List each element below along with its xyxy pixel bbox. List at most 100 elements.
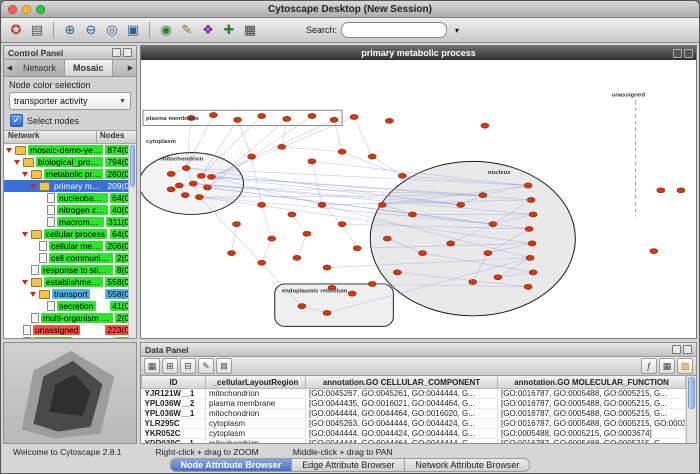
status-text: Welcome to Cytoscape 2.8.1 [13, 447, 122, 457]
document-icon [39, 253, 47, 263]
expand-arrow-icon[interactable] [14, 160, 20, 165]
column-header-annotation-go-cellular-component[interactable]: annotation.GO CELLULAR_COMPONENT [306, 376, 498, 389]
print-icon[interactable]: ▤ [28, 21, 46, 39]
zoom-window-icon[interactable] [36, 5, 45, 14]
float-panel-icon[interactable] [112, 48, 121, 57]
svg-text:cytoplasm: cytoplasm [146, 139, 176, 145]
expand-arrow-icon[interactable] [30, 292, 36, 297]
tree-item-nucleobase[interactable]: nucleobase...64(0) [4, 192, 136, 204]
tree-item-label: macromolecule... [57, 217, 104, 227]
table-row[interactable]: YKR052Ccytoplasm[GO:0044444, GO:0044424,… [142, 429, 686, 439]
select-attributes-icon[interactable]: ▦ [144, 358, 160, 374]
folder-icon [39, 290, 50, 299]
chevron-down-icon: ▼ [119, 98, 126, 105]
expand-arrow-icon[interactable] [22, 172, 28, 177]
tree-header-nodes[interactable]: Nodes [97, 131, 136, 143]
tree-item-cell-communica[interactable]: cell communica...2(0) [4, 252, 136, 264]
expand-arrow-icon[interactable] [22, 280, 28, 285]
snapshot-icon[interactable]: ✪ [7, 21, 25, 39]
window-titlebar[interactable]: Cytoscape Desktop (New Session) [1, 1, 699, 18]
table-row[interactable]: YJR121W__1mitochondrion[GO:0045267, GO:0… [142, 389, 686, 399]
data-panel-header: Data Panel [141, 343, 696, 357]
table-row[interactable]: YPL036W__2plasma membrane[GO:0044435, GO… [142, 399, 686, 409]
tree-item-multi-organism-pro[interactable]: multi-organism pro...2(0) [4, 312, 136, 324]
tab-edge-attribute-browser[interactable]: Edge Attribute Browser [292, 458, 405, 472]
birds-eye-view[interactable] [3, 342, 137, 444]
tree-item-mosaic-demo-yeast[interactable]: mosaic-demo-yeast874(0) [4, 144, 136, 156]
tab-scroll-left-icon[interactable]: ◀ [4, 60, 15, 76]
zoom-out-icon[interactable]: ⊖ [82, 21, 100, 39]
zoom-selected-icon[interactable]: ◎ [103, 21, 121, 39]
delete-attribute-icon[interactable]: ⊟ [180, 358, 196, 374]
import-table-icon[interactable]: ▦ [659, 358, 675, 374]
edit-attribute-icon[interactable]: ✎ [198, 358, 214, 374]
tab-scroll-right-icon[interactable]: ▶ [125, 60, 136, 76]
expand-arrow-icon[interactable] [30, 184, 36, 189]
table-row[interactable]: YDR039C__1mitochondrion[GO:0044444, GO:0… [142, 439, 686, 444]
float-data-panel-icon[interactable] [672, 345, 681, 354]
table-row[interactable]: YLR295Ccytoplasm[GO:0045263, GO:0044444,… [142, 419, 686, 429]
status-bar: Welcome to Cytoscape 2.8.1Right-click + … [1, 446, 699, 458]
tree-item-label: cell communica... [49, 253, 113, 263]
tab-network[interactable]: Network [15, 60, 65, 76]
document-icon [47, 193, 55, 203]
expand-arrow-icon[interactable] [6, 148, 12, 153]
table-cell: [GO:0044435, GO:0016021, GO:0044464, G..… [306, 399, 498, 409]
search-input[interactable] [341, 22, 447, 38]
open-folder-icon[interactable]: ▨ [677, 358, 693, 374]
float-view-icon[interactable] [673, 49, 682, 58]
table-row[interactable]: YPL036W__1mitochondrion[GO:0044444, GO:0… [142, 409, 686, 419]
close-view-icon[interactable] [684, 49, 693, 58]
zoom-fit-icon[interactable]: ▣ [124, 21, 142, 39]
zoom-in-icon[interactable]: ⊕ [61, 21, 79, 39]
search-options-icon[interactable]: ▾ [451, 21, 463, 39]
tree-item-label: primary metab... [52, 181, 103, 191]
tree-item-cellular-metabo[interactable]: cellular metabo...206(0) [4, 240, 136, 252]
table-scrollbar[interactable] [686, 376, 696, 443]
vizmapper-icon[interactable]: ❖ [199, 21, 217, 39]
tree-item-overview[interactable]: Overview8(0) [4, 336, 136, 338]
tree-item-label: nucleobase... [57, 193, 108, 203]
table-cell: [GO:0045263, GO:0044444, GO:0044424, G..… [306, 419, 498, 429]
minimize-window-icon[interactable] [22, 5, 31, 14]
column-header-cellularlayoutregion[interactable]: _cellularLayoutRegion [206, 376, 306, 389]
tree-item-metabolic-process[interactable]: metabolic process280(0) [4, 168, 136, 180]
data-panel-toolbar-right: ƒ▦▨ [641, 358, 693, 374]
plugins-icon[interactable]: ▦ [241, 21, 259, 39]
tree-item-response-to-stimul[interactable]: response to stimul...8(0) [4, 264, 136, 276]
tab-network-attribute-browser[interactable]: Network Attribute Browser [405, 458, 530, 472]
tree-item-unassigned[interactable]: unassigned223(0) [4, 324, 136, 336]
function-builder-icon[interactable]: ƒ [641, 358, 657, 374]
tree-item-transport[interactable]: transport558(0) [4, 288, 136, 300]
select-nodes-checkbox[interactable]: ✓ [10, 114, 23, 127]
tree-header-network[interactable]: Network [4, 131, 97, 143]
tree-item-establishment-of-lo[interactable]: establishment of lo...558(0) [4, 276, 136, 288]
table-cell: [GO:0016787, GO:0005488, GO:0005215, G..… [498, 439, 686, 444]
tree-item-secretion[interactable]: secretion41(0) [4, 300, 136, 312]
close-window-icon[interactable] [8, 5, 17, 14]
tree-item-macromolecule[interactable]: macromolecule...311(0) [4, 216, 136, 228]
cytoscape-window: Cytoscape Desktop (New Session) ✪▤⊕⊖◎▣◉✎… [0, 0, 700, 474]
layout-icon[interactable]: ✚ [220, 21, 238, 39]
tree-scrollbar[interactable] [128, 144, 136, 338]
tree-item-biological-process[interactable]: biological_process794(0) [4, 156, 136, 168]
tree-item-primary-metab[interactable]: primary metab...209(0) [4, 180, 136, 192]
column-header-id[interactable]: ID [142, 376, 206, 389]
column-header-annotation-go-molecular-function[interactable]: annotation.GO MOLECULAR_FUNCTION [498, 376, 686, 389]
close-data-panel-icon[interactable] [683, 345, 692, 354]
tab-node-attribute-browser[interactable]: Node Attribute Browser [170, 458, 293, 472]
network-overview-icon[interactable]: ◉ [157, 21, 175, 39]
close-panel-icon[interactable] [123, 48, 132, 57]
node-color-dropdown[interactable]: transporter activity ▼ [9, 92, 131, 110]
network-view-titlebar[interactable]: primary metabolic process [141, 46, 696, 60]
annotation-icon[interactable]: ✎ [178, 21, 196, 39]
tree-item-label: cellular process [44, 229, 107, 239]
tab-mosaic[interactable]: Mosaic [65, 60, 113, 76]
delete-rows-icon[interactable]: ⊠ [216, 358, 232, 374]
network-canvas[interactable]: plasma membranecytoplasmmitochondrionnuc… [141, 60, 696, 338]
expand-arrow-icon[interactable] [22, 232, 28, 237]
tree-item-cellular-process[interactable]: cellular process64(0) [4, 228, 136, 240]
tree-item-nitrogen-compo[interactable]: nitrogen compo...40(0) [4, 204, 136, 216]
create-attribute-icon[interactable]: ⊞ [162, 358, 178, 374]
tree-item-label: mosaic-demo-yeast [28, 145, 103, 155]
